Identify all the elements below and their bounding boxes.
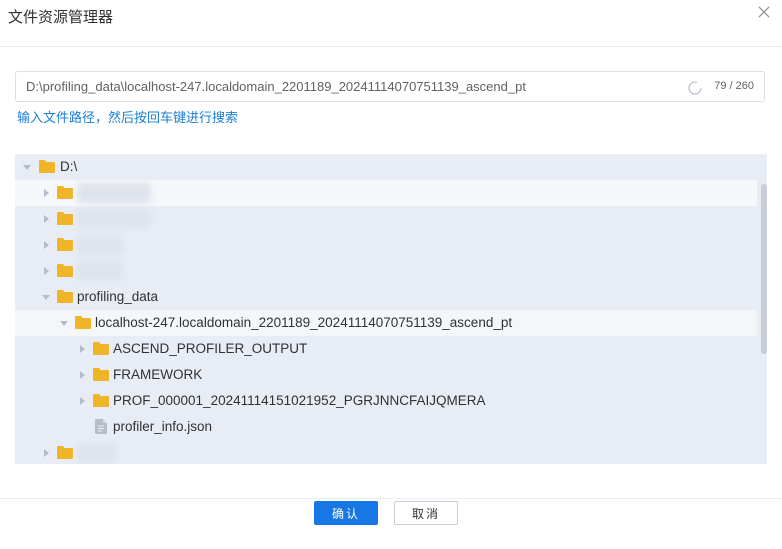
tree-node-hidden[interactable] bbox=[15, 232, 757, 258]
tree-node-root[interactable]: D:\ bbox=[15, 154, 757, 180]
tree-node-hidden[interactable] bbox=[15, 440, 757, 464]
tree-node-profiler-info[interactable]: profiler_info.json bbox=[15, 414, 757, 440]
tree-node-hidden[interactable] bbox=[15, 180, 757, 206]
tree-node-framework[interactable]: FRAMEWORK bbox=[15, 362, 757, 388]
char-counter: 79 / 260 bbox=[714, 80, 754, 92]
folder-icon bbox=[57, 238, 73, 251]
redacted-label bbox=[77, 235, 123, 255]
folder-icon bbox=[57, 290, 73, 303]
tree-node-label: localhost-247.localdomain_2201189_202411… bbox=[95, 315, 513, 330]
caret-right-icon[interactable] bbox=[42, 189, 50, 197]
file-explorer-dialog: 文件资源管理器 79 / 260 输入文件路径，然后按回车键进行搜索 D:\ bbox=[0, 0, 782, 548]
caret-down-icon[interactable] bbox=[60, 319, 68, 327]
folder-icon bbox=[57, 264, 73, 277]
tree-node-profiling-data[interactable]: profiling_data bbox=[15, 284, 757, 310]
caret-right-icon[interactable] bbox=[78, 371, 86, 379]
dialog-header: 文件资源管理器 bbox=[0, 0, 782, 47]
file-icon bbox=[95, 419, 107, 434]
caret-down-icon[interactable] bbox=[23, 163, 31, 171]
redacted-label bbox=[77, 183, 151, 203]
folder-icon bbox=[39, 160, 55, 173]
caret-right-icon[interactable] bbox=[42, 267, 50, 275]
tree-node-localhost[interactable]: localhost-247.localdomain_2201189_202411… bbox=[15, 310, 757, 336]
folder-icon bbox=[93, 394, 109, 407]
caret-right-icon[interactable] bbox=[78, 397, 86, 405]
folder-icon bbox=[75, 316, 91, 329]
tree-node-label: D:\ bbox=[60, 159, 78, 174]
path-input-box[interactable]: 79 / 260 bbox=[15, 71, 765, 102]
tree-node-label: PROF_000001_20241114151021952_PGRJNNCFAI… bbox=[113, 393, 486, 408]
cancel-button[interactable]: 取消 bbox=[394, 501, 458, 525]
tree-node-ascend-profiler-output[interactable]: ASCEND_PROFILER_OUTPUT bbox=[15, 336, 757, 362]
caret-right-icon[interactable] bbox=[42, 215, 50, 223]
redacted-label bbox=[77, 443, 117, 463]
folder-icon bbox=[57, 186, 73, 199]
caret-right-icon[interactable] bbox=[42, 241, 50, 249]
path-input[interactable] bbox=[26, 72, 666, 101]
tree-node-hidden[interactable] bbox=[15, 258, 757, 284]
tree-node-label: profiler_info.json bbox=[113, 419, 213, 434]
caret-right-icon[interactable] bbox=[78, 345, 86, 353]
folder-icon bbox=[93, 342, 109, 355]
tree-node-label: ASCEND_PROFILER_OUTPUT bbox=[113, 341, 308, 356]
confirm-button[interactable]: 确认 bbox=[314, 501, 378, 525]
folder-icon bbox=[93, 368, 109, 381]
folder-icon bbox=[57, 446, 73, 459]
file-tree[interactable]: D:\ profiling_data localhost-247.localdo… bbox=[15, 154, 767, 464]
caret-right-icon[interactable] bbox=[42, 449, 50, 457]
redacted-label bbox=[77, 209, 151, 229]
search-hint: 输入文件路径，然后按回车键进行搜索 bbox=[17, 111, 239, 126]
tree-node-hidden[interactable] bbox=[15, 206, 757, 232]
redacted-label bbox=[77, 261, 123, 281]
loading-icon bbox=[688, 80, 702, 95]
folder-icon bbox=[57, 212, 73, 225]
dialog-title: 文件资源管理器 bbox=[8, 8, 114, 26]
caret-down-icon[interactable] bbox=[42, 293, 50, 301]
close-icon[interactable] bbox=[756, 4, 772, 20]
tree-scrollbar[interactable] bbox=[761, 184, 767, 354]
dialog-footer: 确认 取消 bbox=[0, 498, 782, 549]
tree-node-label: FRAMEWORK bbox=[113, 367, 203, 382]
tree-node-label: profiling_data bbox=[77, 289, 159, 304]
tree-node-prof[interactable]: PROF_000001_20241114151021952_PGRJNNCFAI… bbox=[15, 388, 757, 414]
